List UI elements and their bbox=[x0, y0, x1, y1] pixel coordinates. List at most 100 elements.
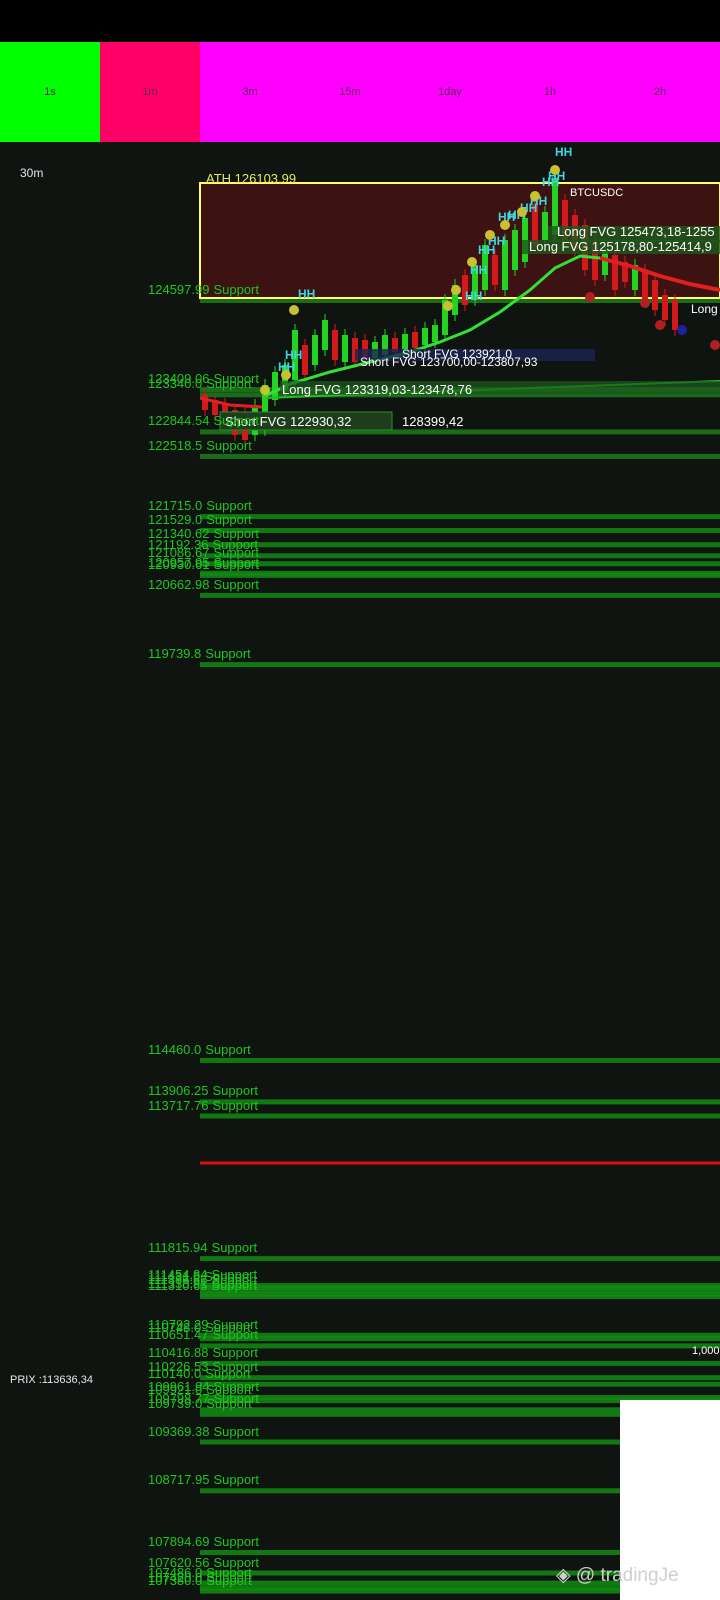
support-suffix: Support bbox=[213, 413, 259, 429]
marker-dot bbox=[485, 230, 495, 240]
symbol-label: BTCUSDC bbox=[570, 187, 624, 199]
support-price: 107894.69 bbox=[148, 1534, 210, 1549]
support-suffix: Support bbox=[206, 1395, 252, 1411]
support-price: 119739.8 bbox=[148, 646, 202, 662]
support-label: 109369.38 Support bbox=[148, 1425, 259, 1438]
support-suffix: Support bbox=[212, 1344, 259, 1360]
marker-dot bbox=[281, 370, 291, 380]
support-price: 122844.54 bbox=[148, 413, 210, 429]
fvg-label: Long FVG 123319,03-123478,76 bbox=[282, 382, 473, 397]
ema-red-left bbox=[199, 396, 263, 409]
candle-body bbox=[322, 320, 328, 350]
support-line bbox=[200, 553, 720, 559]
support-price: 107380.0 bbox=[148, 1572, 203, 1588]
support-label: 107894.69 Support bbox=[148, 1535, 259, 1548]
support-line bbox=[200, 1294, 720, 1299]
support-price: 120930.61 bbox=[148, 556, 210, 572]
candle-body bbox=[672, 300, 678, 330]
support-price: 111310.65 bbox=[148, 1278, 208, 1293]
candle-body bbox=[662, 295, 668, 320]
watermark: ◈ @ tradingJe bbox=[556, 1565, 679, 1586]
support-label: 113717.76 Support bbox=[148, 1099, 258, 1112]
support-suffix: Support bbox=[212, 1083, 259, 1099]
support-line bbox=[200, 1057, 720, 1063]
marker-dot bbox=[260, 385, 270, 395]
support-label: 122518.5 Support bbox=[148, 439, 252, 452]
support-price: 122518.5 bbox=[148, 437, 203, 453]
support-line bbox=[200, 662, 720, 668]
support-line bbox=[200, 572, 720, 578]
support-label: 110651.47 Support bbox=[148, 1328, 258, 1341]
support-suffix: Support bbox=[205, 646, 251, 662]
marker-dot bbox=[467, 257, 477, 267]
support-label: 122844.54 Support bbox=[148, 414, 259, 427]
support-line bbox=[200, 1113, 720, 1119]
marker-dot bbox=[289, 305, 299, 315]
marker-dot bbox=[500, 220, 510, 230]
marker-dot bbox=[585, 292, 595, 302]
fvg-label: Long FVG 125178,80-125414,9 bbox=[529, 239, 712, 254]
support-line bbox=[200, 1343, 720, 1349]
marker-dot bbox=[530, 191, 540, 201]
marker-dot bbox=[655, 320, 665, 330]
support-price: 113906.25 bbox=[148, 1083, 209, 1099]
support-label: 120930.61 Support bbox=[148, 558, 259, 571]
support-price: 113717.76 bbox=[148, 1097, 209, 1113]
marker-dot bbox=[710, 340, 720, 350]
support-line bbox=[200, 1336, 720, 1342]
swing-high-label: HH bbox=[298, 287, 315, 301]
marker-dot bbox=[443, 301, 453, 311]
candle-body bbox=[332, 330, 338, 360]
support-label: 119739.8 Support bbox=[148, 647, 251, 660]
support-line bbox=[200, 1381, 720, 1387]
support-suffix: Support bbox=[211, 1240, 258, 1256]
support-suffix: Support bbox=[213, 1423, 259, 1439]
swing-high-label: HH bbox=[465, 289, 482, 303]
support-line bbox=[200, 592, 720, 598]
support-suffix: Support bbox=[213, 1472, 259, 1488]
binance-icon: ◈ bbox=[556, 1565, 571, 1586]
candle-body bbox=[312, 335, 318, 365]
candle-body bbox=[652, 280, 658, 310]
support-suffix: Support bbox=[213, 576, 259, 592]
marker-dot bbox=[517, 207, 527, 217]
candle-body bbox=[342, 335, 348, 362]
fvg-label: Short FVG 123921,0 bbox=[402, 347, 513, 361]
support-label: 110416.88 Support bbox=[148, 1346, 258, 1359]
support-label: 113906.25 Support bbox=[148, 1084, 258, 1097]
candle-body bbox=[272, 372, 278, 400]
support-suffix: Support bbox=[212, 1097, 259, 1113]
support-suffix: Support bbox=[213, 1534, 259, 1549]
candle-body bbox=[412, 332, 418, 348]
support-suffix: Support bbox=[206, 1572, 252, 1588]
support-label: 121715.0 Support bbox=[148, 499, 252, 512]
candle-body bbox=[422, 328, 428, 345]
marker-dot bbox=[451, 285, 461, 295]
support-suffix: Support bbox=[205, 1041, 251, 1057]
support-price: 109369.38 bbox=[148, 1423, 210, 1439]
marker-dot bbox=[550, 165, 560, 175]
support-line bbox=[200, 1375, 720, 1381]
swing-high-label: HH bbox=[555, 145, 572, 159]
support-price: 121715.0 bbox=[148, 498, 203, 514]
support-label: 111815.94 Support bbox=[148, 1241, 257, 1254]
support-label: 108717.95 Support bbox=[148, 1473, 259, 1486]
support-suffix: Support bbox=[206, 512, 252, 527]
support-price: 121529.0 bbox=[148, 512, 203, 527]
support-suffix: Support bbox=[213, 282, 259, 297]
support-line bbox=[200, 1360, 720, 1366]
interval-label: 30m bbox=[20, 166, 44, 180]
candle-body bbox=[302, 345, 308, 375]
support-line bbox=[200, 528, 720, 533]
support-suffix: Support bbox=[212, 1327, 259, 1343]
support-label: 120662.98 Support bbox=[148, 578, 259, 591]
support-price: 111815.94 bbox=[148, 1240, 208, 1256]
support-price: 109739.0 bbox=[148, 1395, 203, 1411]
support-price: 114460.0 bbox=[148, 1041, 202, 1057]
support-line bbox=[200, 1099, 720, 1105]
support-price: 110416.88 bbox=[148, 1344, 209, 1360]
support-label: 124597.99 Support bbox=[148, 283, 259, 296]
support-line bbox=[200, 1256, 720, 1262]
support-label: 109739.0 Support bbox=[148, 1397, 252, 1410]
candle-body bbox=[492, 255, 498, 285]
